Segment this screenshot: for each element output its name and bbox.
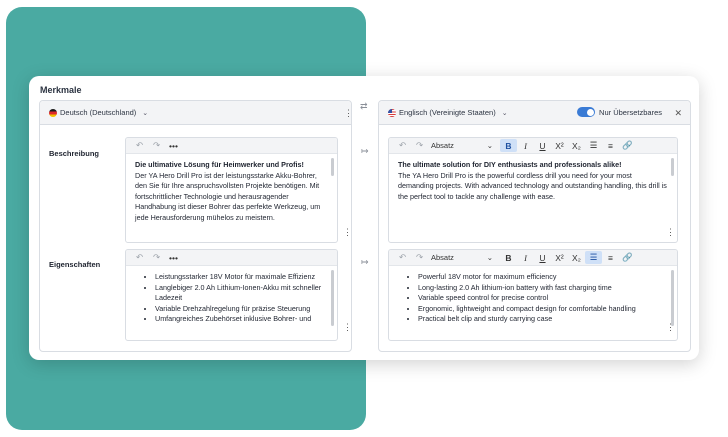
- list-item: Variable speed control for precise contr…: [418, 293, 668, 304]
- undo-icon[interactable]: ↶: [394, 251, 411, 264]
- editor-toolbar: ↶ ↷ •••: [126, 250, 337, 266]
- target-language-selector[interactable]: Englisch (Vereinigte Staaten) ⌄: [388, 108, 508, 117]
- kebab-menu-icon[interactable]: ⋮: [343, 228, 352, 237]
- numbered-list-icon[interactable]: ≡: [602, 251, 619, 264]
- properties-content-de[interactable]: Leistungsstarker 18V Motor für maximale …: [126, 266, 337, 325]
- subscript-button[interactable]: X₂: [568, 139, 585, 152]
- bold-button[interactable]: B: [500, 139, 517, 152]
- numbered-list-icon[interactable]: ≡: [602, 139, 619, 152]
- chevron-down-icon: ⌄: [142, 109, 149, 117]
- source-panel-header: Deutsch (Deutschland) ⌄ ⋮: [40, 101, 353, 125]
- paragraph-style-value: Absatz: [431, 253, 454, 262]
- kebab-menu-icon[interactable]: ⋮: [666, 228, 675, 237]
- list-item: Leistungsstarker 18V Motor für maximale …: [155, 272, 328, 283]
- target-language-panel: Englisch (Vereinigte Staaten) ⌄ Nur Über…: [378, 100, 691, 352]
- properties-editor-de[interactable]: ↶ ↷ ••• Leistungsstarker 18V Motor für m…: [125, 249, 338, 341]
- more-options-icon[interactable]: •••: [165, 139, 182, 152]
- redo-icon[interactable]: ↷: [411, 139, 428, 152]
- description-editor-de[interactable]: ↶ ↷ ••• Die ultimative Lösung für Heimwe…: [125, 137, 338, 243]
- source-language-selector[interactable]: Deutsch (Deutschland) ⌄: [49, 108, 148, 117]
- undo-icon[interactable]: ↶: [131, 139, 148, 152]
- superscript-button[interactable]: X²: [551, 139, 568, 152]
- us-flag-icon: [388, 108, 396, 117]
- scrollbar[interactable]: [671, 158, 674, 176]
- target-panel-header: Englisch (Vereinigte Staaten) ⌄ Nur Über…: [379, 101, 690, 125]
- more-options-icon[interactable]: •••: [165, 251, 182, 264]
- list-item: Long-lasting 2.0 Ah lithium-ion battery …: [418, 283, 668, 294]
- toggle-switch[interactable]: [577, 107, 596, 117]
- scrollbar[interactable]: [331, 158, 334, 176]
- paragraph-style-select[interactable]: Absatz ⌄: [428, 140, 496, 152]
- scrollbar[interactable]: [671, 270, 674, 326]
- editor-toolbar: ↶ ↷ Absatz ⌄ B I U X² X₂ ☰ ≡ 🔗: [389, 138, 677, 154]
- copy-to-target-icon[interactable]: ↦: [361, 257, 369, 268]
- italic-button[interactable]: I: [517, 139, 534, 152]
- properties-content-en[interactable]: Powerful 18V motor for maximum efficienc…: [389, 266, 677, 325]
- chevron-down-icon: ⌄: [501, 109, 508, 117]
- description-label: Beschreibung: [49, 149, 100, 158]
- bullet-list-icon[interactable]: ☰: [585, 139, 602, 152]
- translatable-only-toggle[interactable]: Nur Übersetzbares: [577, 107, 662, 117]
- italic-button[interactable]: I: [517, 251, 534, 264]
- redo-icon[interactable]: ↷: [148, 251, 165, 264]
- features-card: Merkmale Deutsch (Deutschland) ⌄ ⋮ Besch…: [29, 76, 699, 360]
- description-text-de: Der YA Hero Drill Pro ist der leistungss…: [135, 170, 321, 222]
- list-item: Powerful 18V motor for maximum efficienc…: [418, 272, 668, 283]
- description-editor-en[interactable]: ↶ ↷ Absatz ⌄ B I U X² X₂ ☰ ≡ 🔗 The ultima…: [388, 137, 678, 243]
- kebab-menu-icon[interactable]: ⋮: [344, 109, 353, 118]
- editor-toolbar: ↶ ↷ Absatz ⌄ B I U X² X₂ ☰ ≡ 🔗: [389, 250, 677, 266]
- underline-button[interactable]: U: [534, 139, 551, 152]
- target-language-label: Englisch (Vereinigte Staaten): [399, 108, 496, 117]
- swap-languages-icon[interactable]: ⇄: [360, 101, 368, 112]
- paragraph-style-value: Absatz: [431, 141, 454, 150]
- superscript-button[interactable]: X²: [551, 251, 568, 264]
- scrollbar[interactable]: [331, 270, 334, 326]
- toggle-label: Nur Übersetzbares: [599, 107, 662, 117]
- undo-icon[interactable]: ↶: [394, 139, 411, 152]
- redo-icon[interactable]: ↷: [148, 139, 165, 152]
- chevron-down-icon: ⌄: [486, 253, 493, 262]
- description-content-de[interactable]: Die ultimative Lösung für Heimwerker und…: [126, 154, 337, 223]
- kebab-menu-icon[interactable]: ⋮: [343, 323, 352, 332]
- description-heading-de: Die ultimative Lösung für Heimwerker und…: [135, 160, 304, 169]
- link-icon[interactable]: 🔗: [619, 251, 636, 264]
- description-text-en: The YA Hero Drill Pro is the powerful co…: [398, 170, 667, 201]
- list-item: Practical belt clip and sturdy carrying …: [418, 314, 668, 325]
- close-icon[interactable]: ✕: [674, 108, 682, 119]
- link-icon[interactable]: 🔗: [619, 139, 636, 152]
- undo-icon[interactable]: ↶: [131, 251, 148, 264]
- list-item: Ergonomic, lightweight and compact desig…: [418, 304, 668, 315]
- subscript-button[interactable]: X₂: [568, 251, 585, 264]
- source-language-label: Deutsch (Deutschland): [60, 108, 137, 117]
- list-item: Langlebiger 2.0 Ah Lithium-Ionen-Akku mi…: [155, 283, 328, 304]
- bold-button[interactable]: B: [500, 251, 517, 264]
- german-flag-icon: [49, 108, 57, 117]
- copy-to-target-icon[interactable]: ↦: [361, 146, 369, 157]
- paragraph-style-select[interactable]: Absatz ⌄: [428, 252, 496, 264]
- redo-icon[interactable]: ↷: [411, 251, 428, 264]
- editor-toolbar: ↶ ↷ •••: [126, 138, 337, 154]
- card-title: Merkmale: [40, 85, 82, 95]
- properties-label: Eigenschaften: [49, 260, 101, 269]
- list-item: Umfangreiches Zubehörset inklusive Bohre…: [155, 314, 328, 325]
- chevron-down-icon: ⌄: [486, 141, 493, 150]
- bullet-list-icon[interactable]: ☰: [585, 251, 602, 264]
- list-item: Variable Drehzahlregelung für präzise St…: [155, 304, 328, 315]
- source-language-panel: Deutsch (Deutschland) ⌄ ⋮ Beschreibung ↶…: [39, 100, 353, 352]
- underline-button[interactable]: U: [534, 251, 551, 264]
- kebab-menu-icon[interactable]: ⋮: [666, 323, 675, 332]
- properties-editor-en[interactable]: ↶ ↷ Absatz ⌄ B I U X² X₂ ☰ ≡ 🔗 Powerful 1…: [388, 249, 678, 341]
- description-heading-en: The ultimate solution for DIY enthusiast…: [398, 160, 622, 169]
- description-content-en[interactable]: The ultimate solution for DIY enthusiast…: [389, 154, 677, 202]
